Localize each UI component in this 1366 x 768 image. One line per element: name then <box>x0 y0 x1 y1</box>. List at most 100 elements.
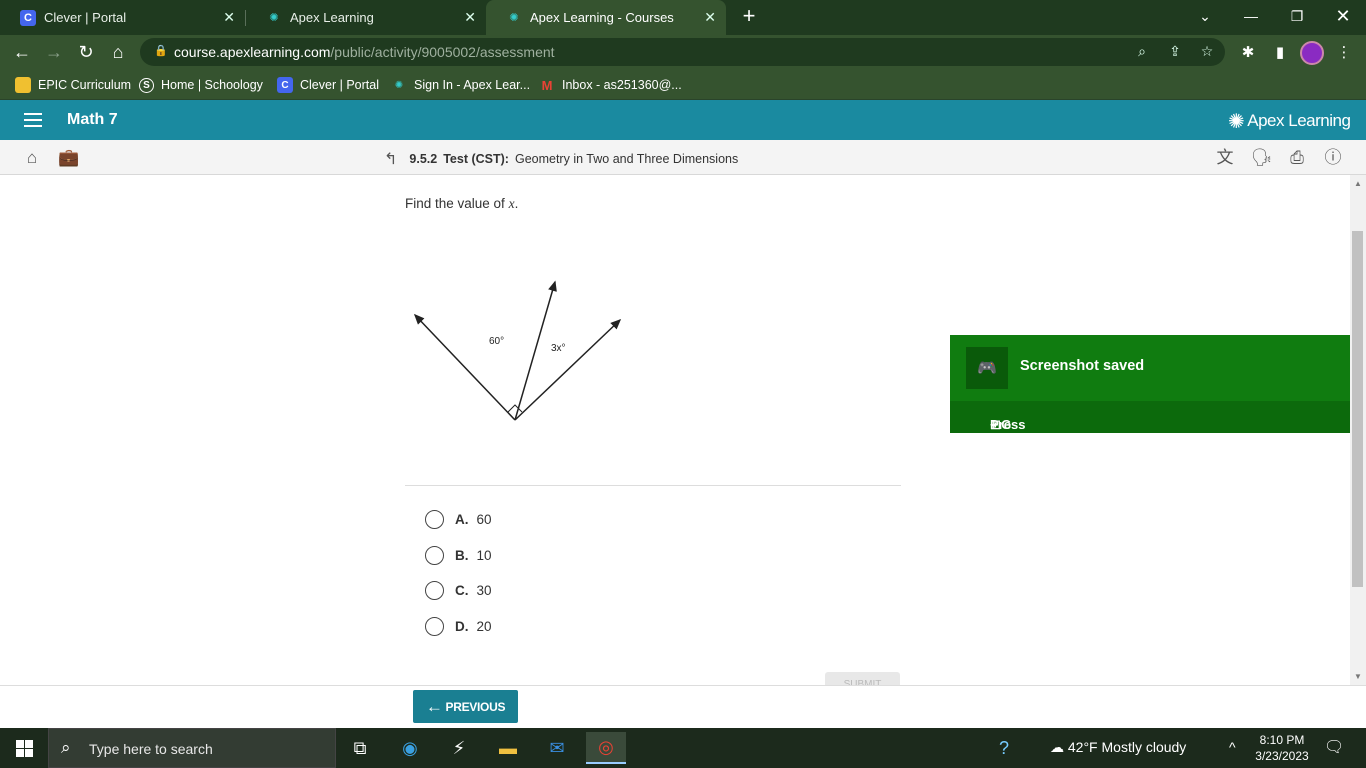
chevron-up-icon[interactable]: ^ <box>1229 739 1236 755</box>
notifications-icon[interactable]: 🗨 <box>1324 737 1344 757</box>
page-scrollbar[interactable]: ▲ ▼ <box>1350 175 1366 685</box>
bookmark-label: Inbox - as251360@... <box>562 78 682 92</box>
radio-button[interactable] <box>425 509 444 529</box>
minimize-button[interactable]: — <box>1228 0 1274 32</box>
windows-taskbar: ⌕ Type here to search ⧉ ◉ ⚡ ▬ ✉ ◎ ? ☁ 42… <box>0 728 1366 768</box>
radio-button[interactable] <box>425 545 444 565</box>
scroll-up-icon[interactable]: ▲ <box>1354 179 1362 188</box>
radio-button[interactable] <box>425 580 444 600</box>
tab-label: Apex Learning <box>290 10 374 25</box>
home-icon[interactable]: ⌂ <box>105 40 131 64</box>
bookmark-label: Home | Schoology <box>161 78 263 92</box>
choice-b[interactable]: B. 10 <box>425 544 492 566</box>
taskbar-clock[interactable]: 8:10 PM 3/23/2023 <box>1252 732 1312 764</box>
angle-label-3x: 3x° <box>551 343 566 354</box>
weather-widget[interactable]: ☁ 42°F Mostly cloudy <box>1050 739 1186 756</box>
choice-letter: D. <box>455 618 469 634</box>
submit-button[interactable]: SUBMIT <box>825 672 900 685</box>
choice-letter: A. <box>455 511 469 527</box>
divider <box>405 485 901 486</box>
menu-icon[interactable]: ⋮ <box>1334 43 1354 63</box>
apex-icon: ✺ <box>509 12 519 24</box>
previous-button[interactable]: ← PREVIOUS <box>413 690 518 723</box>
back-icon[interactable]: ← <box>9 40 35 64</box>
mail-icon[interactable]: ✉ <box>537 732 577 764</box>
help-icon[interactable]: ⓘ <box>1323 148 1343 168</box>
previous-label: PREVIOUS <box>445 699 506 714</box>
hamburger-menu-icon[interactable] <box>24 113 42 127</box>
activity-title: ↰ 9.5.2 Test (CST): Geometry in Two and … <box>384 149 738 169</box>
scroll-down-icon[interactable]: ▼ <box>1354 672 1362 681</box>
choice-c[interactable]: C. 30 <box>425 579 492 601</box>
read-aloud-icon[interactable]: 🗣 <box>1251 148 1273 168</box>
bookmark-epic[interactable]: EPIC Curriculum <box>15 76 131 94</box>
task-view-icon[interactable]: ⧉ <box>340 732 380 764</box>
search-icon: ⌕ <box>61 738 71 757</box>
close-window-button[interactable]: ✕ <box>1320 0 1366 32</box>
apex-icon: ✺ <box>394 79 404 91</box>
bookmark-apex-sign-in[interactable]: ✺ Sign In - Apex Lear... <box>391 76 530 94</box>
close-icon[interactable]: ✕ <box>223 9 235 26</box>
bookmark-label: Sign In - Apex Lear... <box>414 78 531 92</box>
file-explorer-icon[interactable]: ▬ <box>488 732 528 764</box>
address-bar[interactable]: 🔒 course.apexlearning.com/public/activit… <box>140 38 1225 66</box>
help-tray-icon[interactable]: ? <box>984 732 1024 764</box>
epic-icon <box>15 77 31 93</box>
taskbar-search[interactable]: ⌕ Type here to search <box>48 728 336 768</box>
bookmark-star-icon[interactable]: ☆ <box>1198 43 1216 61</box>
weather-text: 42°F Mostly cloudy <box>1067 739 1187 755</box>
apex-logo: ✺ Apex Learning <box>1228 109 1351 133</box>
up-arrow-icon[interactable]: ↰ <box>384 149 397 169</box>
tab-search-icon[interactable]: ⌄ <box>1182 0 1228 32</box>
ray-middle <box>514 280 557 421</box>
clever-icon: C <box>277 77 293 93</box>
choice-d[interactable]: D. 20 <box>425 615 492 637</box>
chrome-icon[interactable]: ◎ <box>586 732 626 764</box>
home-icon[interactable]: ⌂ <box>22 148 42 168</box>
bookmarks-bar: EPIC Curriculum S Home | Schoology C Cle… <box>0 69 1366 100</box>
windows-start-icon[interactable] <box>16 740 33 757</box>
extensions-icon[interactable]: ✱ <box>1238 43 1258 63</box>
share-icon[interactable]: ⇪ <box>1166 43 1184 61</box>
question-prompt: Find the value of x. <box>405 196 519 211</box>
toast-hint: Press ⊞ + G for Xbox Game Bar <box>950 401 1350 492</box>
angle-label-60: 60° <box>489 336 504 347</box>
close-icon[interactable]: ✕ <box>704 9 716 26</box>
apex-logo-text: Apex Learning <box>1247 111 1351 130</box>
apex-icon: ✺ <box>269 12 279 24</box>
edge-icon[interactable]: ◉ <box>390 732 430 764</box>
choice-a[interactable]: A. 60 <box>425 508 492 530</box>
bookmark-clever[interactable]: C Clever | Portal <box>277 76 379 94</box>
translate-icon[interactable]: 文 <box>1215 148 1235 168</box>
new-tab-button[interactable]: + <box>738 5 760 29</box>
forward-icon[interactable]: → <box>41 40 67 64</box>
bookmark-label: EPIC Curriculum <box>38 78 132 92</box>
reload-icon[interactable]: ↻ <box>73 40 99 64</box>
scrollbar-thumb[interactable] <box>1352 231 1363 587</box>
tab-apex-learning[interactable]: ✺ Apex Learning ✕ <box>246 0 486 35</box>
apex-logo-icon: ✺ <box>1228 110 1245 133</box>
app-bolt-icon[interactable]: ⚡ <box>439 732 479 764</box>
radio-button[interactable] <box>425 616 444 636</box>
profile-avatar[interactable] <box>1300 41 1324 65</box>
ray-right <box>514 318 622 421</box>
choice-value: 10 <box>476 547 492 563</box>
close-icon[interactable]: ✕ <box>464 9 476 26</box>
bookmark-gmail[interactable]: M Inbox - as251360@... <box>539 76 682 94</box>
course-title: Math 7 <box>67 111 118 128</box>
right-angle-mark <box>507 404 523 413</box>
choice-value: 20 <box>476 618 492 634</box>
zoom-icon[interactable]: ⌕ <box>1133 43 1151 61</box>
side-panel-icon[interactable]: ▮ <box>1270 43 1290 63</box>
print-icon[interactable]: ⎙ <box>1287 148 1307 168</box>
tab-apex-courses[interactable]: ✺ Apex Learning - Courses ✕ <box>486 0 726 35</box>
screenshot-toast[interactable]: 🎮 Screenshot saved Press ⊞ + G for Xbox … <box>950 335 1350 492</box>
briefcase-icon[interactable]: 💼 <box>58 148 79 168</box>
restore-button[interactable]: ❐ <box>1274 0 1320 32</box>
clock-date: 3/23/2023 <box>1255 749 1309 763</box>
ray-left <box>413 313 516 421</box>
bookmark-schoology[interactable]: S Home | Schoology <box>139 76 263 94</box>
tab-clever-portal[interactable]: C Clever | Portal ✕ <box>0 0 245 35</box>
activity-name: Geometry in Two and Three Dimensions <box>514 152 739 166</box>
cloud-icon: ☁ <box>1050 739 1064 755</box>
